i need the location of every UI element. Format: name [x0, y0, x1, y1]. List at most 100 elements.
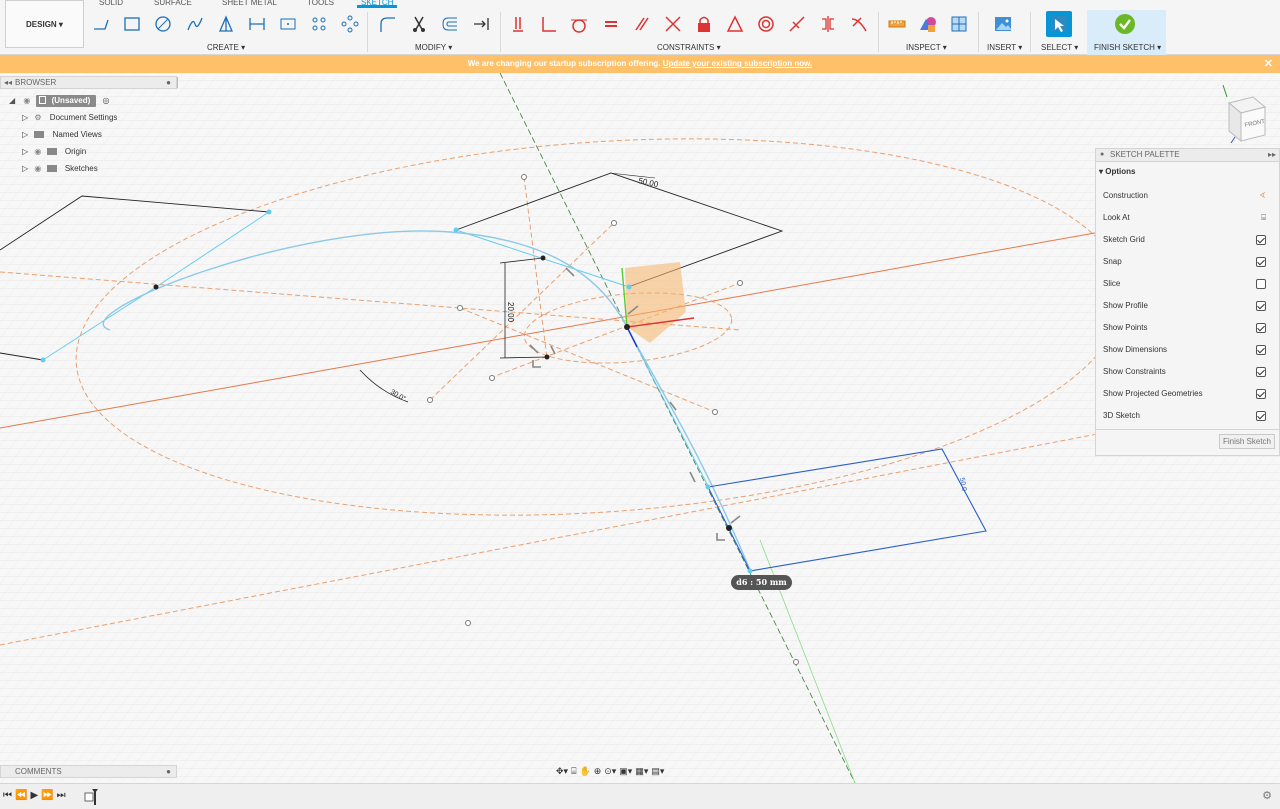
group-modify[interactable]: MODIFY ▾ [415, 43, 452, 53]
palette-row-snap[interactable]: Snap [1103, 253, 1273, 271]
timeline-marker[interactable] [84, 789, 98, 805]
palette-row-show-projected-geometries[interactable]: Show Projected Geometries [1103, 385, 1273, 403]
dimension-tool-icon[interactable] [246, 13, 268, 35]
show-points-checkbox[interactable] [1256, 323, 1266, 333]
curvature-constraint-icon[interactable] [848, 13, 870, 35]
dimension-text[interactable]: 20.00 [506, 302, 515, 323]
design-canvas[interactable]: 50.00 20.00 30.0° 50.0 FRONT [0, 73, 1280, 783]
tab-tools[interactable]: TOOLS [307, 0, 334, 8]
group-select[interactable]: SELECT ▾ [1041, 43, 1078, 53]
sketch-grid-checkbox[interactable] [1256, 235, 1266, 245]
grid-settings-icon[interactable]: ▦▾ [635, 766, 648, 777]
palette-row-show-profile[interactable]: Show Profile [1103, 297, 1273, 315]
rectangle-tool-icon[interactable] [121, 13, 143, 35]
section-analysis-icon[interactable] [948, 13, 970, 35]
checkmark-icon[interactable] [1115, 14, 1135, 34]
browser-root-item[interactable]: ◢ ◉ (Unsaved) ◎ [9, 93, 110, 109]
3d-sketch-checkbox[interactable] [1256, 411, 1266, 421]
mirror-tool-icon[interactable] [339, 13, 361, 35]
close-icon[interactable]: ✕ [1264, 55, 1273, 73]
offset-tool-icon[interactable] [439, 13, 461, 35]
pin-icon[interactable]: ● [166, 766, 171, 777]
pin-icon[interactable]: ● [166, 77, 171, 88]
trim-tool-icon[interactable] [408, 13, 430, 35]
orbit-icon[interactable]: ✥▾ [556, 766, 568, 777]
group-inspect[interactable]: INSPECT ▾ [906, 43, 947, 53]
group-constraints[interactable]: CONSTRAINTS ▾ [657, 43, 721, 53]
step-forward-icon[interactable]: ⏩ [41, 790, 56, 801]
browser-item-origin[interactable]: ▷ ◉ Origin [22, 144, 86, 160]
browser-item-sketches[interactable]: ▷ ◉ Sketches [22, 161, 98, 177]
banner-link[interactable]: Update your existing subscription now. [663, 59, 813, 68]
palette-row-sketch-grid[interactable]: Sketch Grid [1103, 231, 1273, 249]
display-component-colors-icon[interactable] [917, 13, 939, 35]
look-at-icon[interactable]: ⌸ [571, 766, 576, 777]
palette-row-show-dimensions[interactable]: Show Dimensions [1103, 341, 1273, 359]
comments-header[interactable]: COMMENTS ● [0, 765, 177, 778]
midpoint-constraint-icon[interactable] [724, 13, 746, 35]
tab-sheet-metal[interactable]: SHEET METAL [222, 0, 277, 8]
arc-tool-icon[interactable] [184, 13, 206, 35]
viewports-icon[interactable]: ▤▾ [651, 766, 664, 777]
measure-tool-icon[interactable] [886, 13, 908, 35]
finish-sketch-group[interactable]: FINISH SKETCH ▾ [1087, 10, 1166, 55]
finish-sketch-button[interactable]: Finish Sketch [1218, 434, 1275, 449]
browser-item-document-settings[interactable]: ▷ ⚙ Document Settings [22, 110, 117, 126]
pan-icon[interactable]: ✋ [579, 766, 590, 777]
browser-item-named-views[interactable]: ▷ Named Views [22, 127, 102, 143]
fillet-tool-icon[interactable] [376, 13, 398, 35]
look-at-icon[interactable]: ⌸ [1261, 209, 1266, 227]
perpendicular-constraint-icon[interactable] [538, 13, 560, 35]
view-cube[interactable]: FRONT [1217, 83, 1277, 144]
circle-tool-icon[interactable] [152, 13, 174, 35]
zoom-window-icon[interactable]: ⊙▾ [604, 766, 616, 777]
fix-lock-icon[interactable] [693, 13, 715, 35]
display-settings-icon[interactable]: ▣▾ [619, 766, 632, 777]
tangent-constraint-icon[interactable] [568, 13, 590, 35]
go-to-start-icon[interactable]: ⏮ [3, 790, 15, 801]
step-back-icon[interactable]: ⏪ [15, 790, 30, 801]
show-profile-checkbox[interactable] [1256, 301, 1266, 311]
palette-row-construction[interactable]: Construction ∢ [1103, 187, 1273, 205]
select-tool-icon[interactable] [1046, 11, 1072, 37]
show-dimensions-checkbox[interactable] [1256, 345, 1266, 355]
workspace-switcher[interactable]: DESIGN ▾ [5, 0, 84, 48]
group-create[interactable]: CREATE ▾ [207, 43, 245, 53]
palette-row-show-constraints[interactable]: Show Constraints [1103, 363, 1273, 381]
activate-radio-icon[interactable]: ◎ [103, 96, 110, 105]
show-constraints-checkbox[interactable] [1256, 367, 1266, 377]
tab-solid[interactable]: SOLID [99, 0, 123, 8]
zoom-icon[interactable]: ⊕ [594, 766, 602, 777]
collapse-icon[interactable]: ◂◂ [4, 77, 12, 88]
symmetry-constraint-icon[interactable] [817, 13, 839, 35]
expand-panel-icon[interactable]: ▸▸ [1268, 149, 1276, 160]
horizontal-vertical-constraint-icon[interactable] [786, 13, 808, 35]
polygon-tool-icon[interactable] [215, 13, 237, 35]
extend-tool-icon[interactable] [470, 13, 492, 35]
tab-sketch[interactable]: SKETCH [357, 0, 398, 8]
concentric-constraint-icon[interactable] [755, 13, 777, 35]
collinear-constraint-icon[interactable] [662, 13, 684, 35]
browser-header[interactable]: ◂◂ BROWSER ● [0, 76, 178, 89]
options-section-header[interactable]: ▾ Options [1099, 167, 1135, 176]
text-tool-icon[interactable] [277, 13, 299, 35]
palette-row-slice[interactable]: Slice [1103, 275, 1273, 293]
slice-checkbox[interactable] [1256, 279, 1266, 289]
coincident-constraint-icon[interactable] [507, 13, 529, 35]
play-icon[interactable]: ▶ [30, 790, 41, 801]
show-projected-geometries-checkbox[interactable] [1256, 389, 1266, 399]
sketch-geometry[interactable]: 50.00 20.00 30.0° 50.0 [0, 73, 1280, 783]
equal-constraint-icon[interactable] [600, 13, 622, 35]
construction-icon[interactable]: ∢ [1259, 187, 1266, 205]
gear-icon[interactable]: ⚙ [1262, 789, 1272, 802]
expand-icon[interactable]: ◢ [9, 96, 15, 105]
palette-row-show-points[interactable]: Show Points [1103, 319, 1273, 337]
line-tool-icon[interactable] [90, 13, 112, 35]
go-to-end-icon[interactable]: ⏭ [57, 790, 69, 801]
parallel-constraint-icon[interactable] [631, 13, 653, 35]
palette-row-look-at[interactable]: Look At ⌸ [1103, 209, 1273, 227]
pattern-tool-icon[interactable] [308, 13, 330, 35]
snap-checkbox[interactable] [1256, 257, 1266, 267]
palette-header[interactable]: ● SKETCH PALETTE ▸▸ [1096, 149, 1279, 162]
palette-row-3d-sketch[interactable]: 3D Sketch [1103, 407, 1273, 425]
